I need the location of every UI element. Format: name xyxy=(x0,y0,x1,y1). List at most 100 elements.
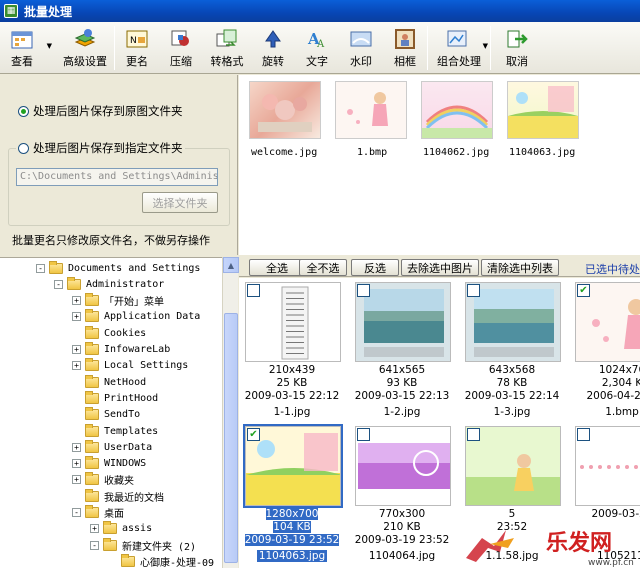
expand-toggle-icon[interactable]: + xyxy=(72,475,81,485)
scrollbar-thumb[interactable] xyxy=(224,313,238,563)
compress-button[interactable]: 压缩 xyxy=(159,22,203,74)
file-cell[interactable]: 210x439 25 KB 2009-03-15 22:12 1-1.jpg xyxy=(241,280,341,420)
tree-item[interactable]: Templates xyxy=(72,423,158,439)
tree-item[interactable]: - 新建文件夹 (2) xyxy=(90,537,196,553)
collapse-toggle-icon[interactable]: - xyxy=(36,263,45,273)
collapse-toggle-icon[interactable]: - xyxy=(54,279,63,289)
scroll-up-arrow[interactable]: ▲ xyxy=(223,257,239,273)
expand-toggle-icon[interactable]: + xyxy=(72,345,81,354)
tree-item[interactable]: - Documents and Settings xyxy=(36,260,200,276)
strip-thumb-1bmp[interactable] xyxy=(335,81,407,139)
rotate-button[interactable]: 旋转 xyxy=(251,22,295,74)
save-specified-radio[interactable]: 处理后图片保存到指定文件夹 xyxy=(16,140,185,156)
choose-folder-button[interactable]: 选择文件夹 xyxy=(142,192,218,213)
expand-toggle-icon[interactable]: + xyxy=(72,361,81,371)
file-cell[interactable]: 770x300 210 KB 2009-03-19 23:52 1104064.jpg xyxy=(351,424,451,564)
tree-item-label: UserData xyxy=(104,441,153,453)
select-none-button[interactable]: 全不选 xyxy=(299,259,347,276)
app-icon: ▦ xyxy=(4,4,18,18)
tree-item[interactable]: + 收藏夹 xyxy=(72,472,134,488)
view-button[interactable]: 查看 ▼ xyxy=(0,22,52,74)
save-location-group xyxy=(8,148,230,226)
tree-item-label: 心御康-处理-09 xyxy=(140,557,215,568)
folder-icon xyxy=(85,505,99,518)
file-cell[interactable]: 643x568 78 KB 2009-03-15 22:14 1-3.jpg xyxy=(461,280,561,420)
tree-item-label: Administrator xyxy=(86,278,165,290)
strip-label: 1104062.jpg xyxy=(423,147,490,158)
file-checkbox[interactable]: ✔ xyxy=(577,284,590,297)
file-date: 2006-04-26 1 xyxy=(586,390,640,402)
expand-toggle-icon[interactable]: + xyxy=(72,296,81,306)
save-original-radio[interactable]: 处理后图片保存到原图文件夹 xyxy=(18,103,183,119)
tree-item[interactable]: SendTo xyxy=(72,407,140,423)
combine-button[interactable]: 组合处理 ▼ xyxy=(428,22,490,74)
collapse-toggle-icon[interactable]: - xyxy=(90,540,99,550)
tree-item[interactable]: + 「开始」菜单 xyxy=(72,293,164,309)
collapse-toggle-icon[interactable]: - xyxy=(72,508,81,517)
folder-path-field[interactable]: C:\Documents and Settings\Administ xyxy=(16,168,218,186)
tree-item-label: Cookies xyxy=(104,327,147,339)
tree-item[interactable]: 我最近的文档 xyxy=(72,488,164,504)
file-checkbox[interactable] xyxy=(357,284,370,297)
file-cell[interactable]: 641x565 93 KB 2009-03-15 22:13 1-2.jpg xyxy=(351,280,451,420)
select-all-button[interactable]: 全选 xyxy=(249,259,305,276)
rename-note: 批量更名只修改原文件名，不做另存操作 xyxy=(12,234,210,247)
tree-item[interactable]: + Local Settings xyxy=(72,358,188,374)
expand-toggle-icon[interactable]: + xyxy=(72,442,81,452)
remove-selected-button[interactable]: 去除选中图片 xyxy=(401,259,479,276)
tree-item-label: InfowareLab xyxy=(104,344,171,355)
watermark-brand: 乐发网 xyxy=(546,530,612,556)
file-checkbox[interactable] xyxy=(577,428,590,441)
tree-item[interactable]: NetHood xyxy=(72,374,146,390)
convert-format-button[interactable]: 转格式 xyxy=(203,22,251,74)
compress-icon xyxy=(169,28,193,50)
file-checkbox[interactable] xyxy=(357,428,370,441)
text-button[interactable]: AA 文字 xyxy=(295,22,339,74)
expand-toggle-icon[interactable]: + xyxy=(90,524,99,534)
rotate-icon xyxy=(261,28,285,50)
folder-icon xyxy=(85,423,99,437)
tree-item[interactable]: + Application Data xyxy=(72,309,200,325)
cancel-button[interactable]: 取消 xyxy=(491,22,543,74)
strip-thumb-1104062[interactable] xyxy=(421,81,493,139)
clear-list-button[interactable]: 清除选中列表 xyxy=(481,259,559,276)
folder-icon xyxy=(103,521,117,535)
tree-item[interactable]: + UserData xyxy=(72,439,152,455)
rename-icon: N xyxy=(125,28,149,50)
rename-button[interactable]: N 更名 xyxy=(115,22,159,74)
output-options-panel: 处理后图片保存到原图文件夹 处理后图片保存到指定文件夹 C:\Documents… xyxy=(0,75,238,255)
view-dropdown-icon[interactable]: ▼ xyxy=(47,42,52,50)
strip-thumb-welcome[interactable] xyxy=(249,81,321,139)
radio-dot[interactable] xyxy=(18,142,29,154)
tree-item[interactable]: + assis xyxy=(90,521,152,537)
file-size: 2,304 K xyxy=(601,377,640,389)
watermark-button[interactable]: 水印 xyxy=(339,22,383,74)
invert-selection-button[interactable]: 反选 xyxy=(351,259,399,276)
tree-item[interactable]: 心御康-处理-09 xyxy=(108,553,214,568)
tree-item[interactable]: - 桌面 xyxy=(72,505,124,521)
file-checkbox[interactable] xyxy=(467,428,480,441)
file-cell[interactable]: ✔ 1024x762,304 K2006-04-26 1 1.bmp xyxy=(571,280,640,420)
tree-item[interactable]: Cookies xyxy=(72,325,146,341)
tree-item-label: 桌面 xyxy=(104,509,124,520)
tree-item[interactable]: PrintHood xyxy=(72,390,158,406)
file-name: 1104063.jpg xyxy=(256,550,328,562)
tree-item[interactable]: + WINDOWS xyxy=(72,456,146,472)
advanced-settings-button[interactable]: 高级设置 xyxy=(56,22,114,74)
radio-dot[interactable] xyxy=(18,105,29,117)
file-checkbox[interactable] xyxy=(467,284,480,297)
folder-icon xyxy=(85,390,99,404)
frame-button[interactable]: 相框 xyxy=(383,22,427,74)
tree-item[interactable]: + InfowareLab xyxy=(72,342,170,358)
tree-scrollbar[interactable]: ▲ xyxy=(222,257,239,568)
file-checkbox[interactable]: ✔ xyxy=(247,428,260,441)
expand-toggle-icon[interactable]: + xyxy=(72,312,81,322)
file-info: 641x565 93 KB 2009-03-15 22:13 xyxy=(351,364,453,403)
expand-toggle-icon[interactable]: + xyxy=(72,459,81,469)
file-info: 1024x762,304 K2006-04-26 1 xyxy=(571,364,640,403)
file-checkbox[interactable] xyxy=(247,284,260,297)
tree-item[interactable]: - Administrator xyxy=(54,276,164,292)
combine-dropdown-icon[interactable]: ▼ xyxy=(483,42,488,50)
file-cell[interactable]: ✔ 1280x700 104 KB 2009-03-19 23:52 1104063.j… xyxy=(241,424,343,564)
strip-thumb-1104063[interactable] xyxy=(507,81,579,139)
